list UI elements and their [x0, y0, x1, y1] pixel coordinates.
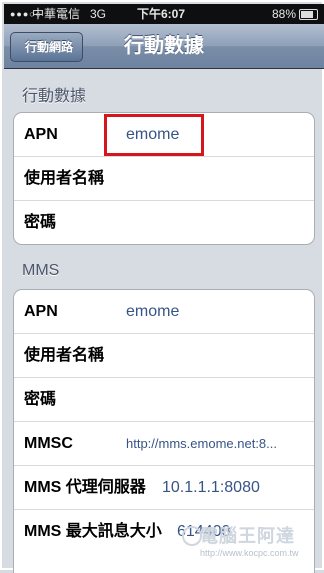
watermark-logo-icon: [182, 526, 202, 546]
watermark-title: 電腦王阿達: [200, 526, 295, 546]
field-label: APN: [24, 126, 58, 143]
status-time: 下午6:07: [137, 7, 186, 21]
mms-username-row[interactable]: 使用者名稱: [14, 334, 314, 378]
mms-proxy-field[interactable]: 10.1.1.1:8080: [162, 466, 260, 509]
navigation-bar: 行動網路 行動數據: [4, 24, 324, 69]
field-label: 使用者名稱: [24, 170, 105, 187]
watermark: 電腦王阿達 http://www.kocpc.com.tw: [182, 522, 320, 568]
mmsc-row[interactable]: MMSC http://mms.emome.net:8...: [14, 422, 314, 466]
mms-password-row[interactable]: 密碼: [14, 378, 314, 422]
field-label: APN: [24, 303, 58, 320]
field-label: 密碼: [24, 391, 57, 408]
network-type: 3G: [90, 7, 107, 21]
carrier-name: 中華電信: [32, 7, 81, 21]
section-header-mms: MMS: [22, 262, 60, 279]
mms-apn-field[interactable]: emome: [126, 290, 179, 333]
field-label: MMSC: [24, 435, 73, 452]
mms-proxy-row[interactable]: MMS 代理伺服器 10.1.1.1:8080: [14, 466, 314, 510]
mmsc-field[interactable]: http://mms.emome.net:8...: [126, 422, 277, 465]
highlight-box: [104, 114, 204, 156]
mms-apn-row[interactable]: APN emome: [14, 290, 314, 334]
cellular-password-row[interactable]: 密碼: [14, 201, 314, 244]
battery-percent: 88%: [271, 7, 296, 21]
status-bar: ●●●○○ 中華電信 3G 下午6:07 88%: [4, 4, 324, 24]
field-label: 密碼: [24, 214, 57, 231]
field-label: MMS 最大訊息大小: [24, 523, 162, 540]
section-header-cellular: 行動數據: [22, 88, 87, 105]
cellular-username-row[interactable]: 使用者名稱: [14, 157, 314, 201]
page-title: 行動數據: [124, 35, 204, 57]
screen-frame: ●●●○○ 中華電信 3G 下午6:07 88% 行動網路 行動數據 行動數據 …: [0, 0, 324, 573]
battery-icon: [299, 9, 318, 20]
watermark-url: http://www.kocpc.com.tw: [200, 548, 299, 558]
field-label: MMS 代理伺服器: [24, 479, 146, 496]
field-label: 使用者名稱: [24, 347, 105, 364]
